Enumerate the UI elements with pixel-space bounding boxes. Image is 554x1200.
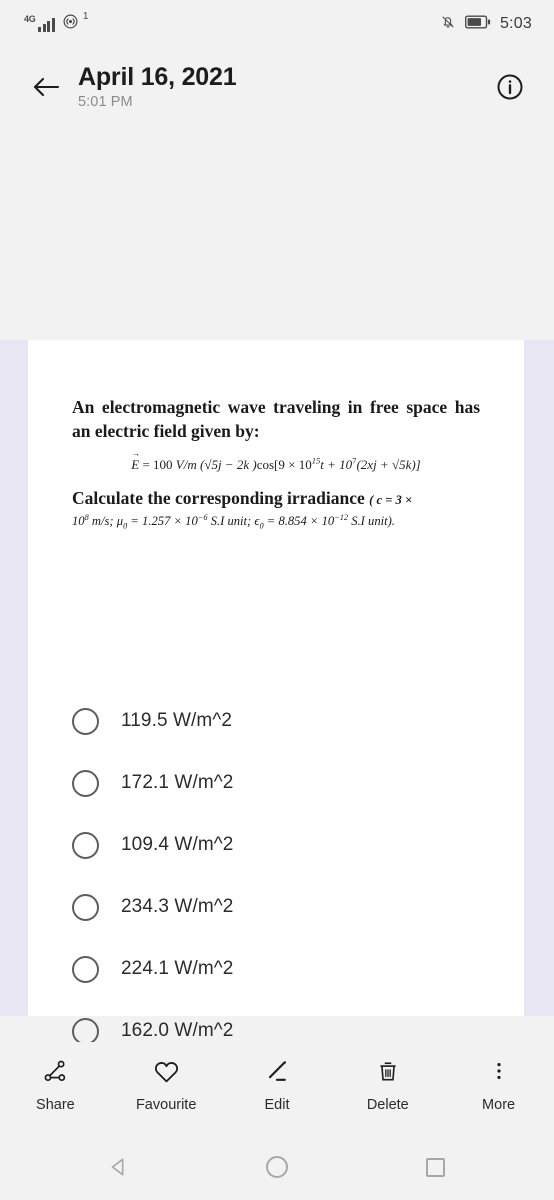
- more-button[interactable]: More: [453, 1056, 545, 1113]
- favourite-button[interactable]: Favourite: [120, 1056, 212, 1113]
- equation-lhs: E: [131, 457, 139, 472]
- radio-button[interactable]: [72, 769, 99, 797]
- option-row[interactable]: 234.3 W/m^2: [72, 876, 480, 938]
- equation-equals: =: [142, 457, 150, 473]
- wifi-hotspot-icon: [62, 13, 79, 35]
- sim-slot-indicator: 1: [82, 11, 89, 22]
- constants-line: 108 m/s; μ0 = 1.257 × 10−6 S.I unit; ϵ0 …: [72, 512, 395, 531]
- question-block: An electromagnetic wave traveling in fre…: [28, 340, 524, 531]
- electric-field-equation: E = 100 V/m (√5j − 2k )cos[9 × 1015t + 1…: [72, 457, 480, 473]
- nav-back-triangle-icon[interactable]: [92, 1140, 146, 1194]
- phone-screen: 4G 1 5:03 April 16, 2021 5:01 PM An elec…: [0, 0, 554, 1200]
- heart-icon: [152, 1056, 181, 1086]
- equation-units: V/m: [175, 457, 197, 473]
- option-row[interactable]: 162.0 W/m^2: [72, 1000, 480, 1042]
- epsilon-value: 8.854 × 10: [278, 513, 335, 528]
- option-row[interactable]: 172.1 W/m^2: [72, 752, 480, 814]
- page-title: April 16, 2021: [78, 62, 237, 91]
- info-button[interactable]: [488, 65, 532, 109]
- network-type-label: 4G: [24, 13, 36, 24]
- epsilon-units: S.I unit).: [351, 513, 395, 528]
- option-label: 172.1 W/m^2: [121, 772, 234, 793]
- nav-recents-square-icon[interactable]: [408, 1140, 462, 1194]
- trash-icon: [375, 1056, 401, 1086]
- document-card: An electromagnetic wave traveling in fre…: [28, 340, 524, 1042]
- epsilon-exponent: −12: [334, 512, 349, 522]
- bottom-toolbar: Share Favourite Edit Delete More: [0, 1042, 554, 1134]
- answer-options-list: 119.5 W/m^2 172.1 W/m^2 109.4 W/m^2 234.…: [72, 690, 480, 1042]
- document-page-margin: An electromagnetic wave traveling in fre…: [0, 340, 554, 1042]
- equation-cos: cos: [256, 457, 275, 473]
- option-label: 224.1 W/m^2: [121, 958, 234, 979]
- favourite-label: Favourite: [135, 1097, 197, 1113]
- radio-button[interactable]: [72, 893, 99, 921]
- system-navigation-bar: [0, 1134, 554, 1200]
- app-bar: April 16, 2021 5:01 PM: [0, 48, 554, 126]
- status-bar-clock: 5:03: [500, 15, 532, 32]
- c-exponent: 8: [84, 512, 89, 522]
- equation-time-term: t + 10: [320, 457, 353, 473]
- constants-open: ( c = 3 ×: [369, 493, 413, 508]
- radio-button[interactable]: [72, 1017, 99, 1042]
- share-nodes-icon: [42, 1056, 69, 1086]
- c-units: m/s: [91, 513, 110, 528]
- three-dots-vertical-icon: [488, 1056, 510, 1086]
- radio-button[interactable]: [72, 831, 99, 859]
- equation-phase-term: (2xj + √5k)]: [356, 457, 421, 473]
- question-text: An electromagnetic wave traveling in fre…: [72, 397, 481, 441]
- signal-bars-icon: [38, 17, 55, 32]
- epsilon-subscript: 0: [259, 521, 264, 531]
- option-label: 109.4 W/m^2: [121, 834, 234, 855]
- mu-units: S.I unit;: [210, 513, 252, 528]
- note-content-area[interactable]: An electromagnetic wave traveling in fre…: [0, 126, 554, 1042]
- equation-amplitude: 100: [153, 457, 173, 473]
- option-label: 162.0 W/m^2: [121, 1020, 234, 1041]
- edit-button[interactable]: Edit: [231, 1056, 323, 1113]
- bell-muted-icon: [440, 14, 456, 35]
- status-bar-right: 5:03: [440, 14, 532, 35]
- mu-exponent: −6: [197, 512, 208, 522]
- mu-value: 1.257 × 10: [142, 513, 198, 528]
- back-button[interactable]: [24, 65, 68, 109]
- edit-label: Edit: [264, 1097, 290, 1113]
- status-bar-left: 4G 1: [24, 11, 91, 35]
- equation-vector-term: (√5j − 2k ): [199, 457, 257, 473]
- c-value: 10: [72, 513, 85, 528]
- equation-bracket-open: [9 × 10: [274, 457, 312, 473]
- delete-label: Delete: [366, 1097, 409, 1113]
- share-label: Share: [36, 1097, 75, 1113]
- option-label: 119.5 W/m^2: [121, 710, 233, 731]
- page-subtitle: 5:01 PM: [78, 93, 133, 110]
- delete-button[interactable]: Delete: [342, 1056, 434, 1113]
- share-button[interactable]: Share: [9, 1056, 101, 1113]
- radio-button[interactable]: [72, 955, 99, 983]
- option-label: 234.3 W/m^2: [121, 896, 234, 917]
- nav-home-circle-icon[interactable]: [250, 1140, 304, 1194]
- radio-button[interactable]: [72, 707, 99, 735]
- more-label: More: [482, 1097, 516, 1113]
- app-bar-titles: April 16, 2021 5:01 PM: [68, 63, 488, 110]
- status-bar: 4G 1 5:03: [0, 0, 554, 48]
- battery-icon: [465, 15, 491, 34]
- pencil-icon: [263, 1056, 290, 1086]
- option-row[interactable]: 119.5 W/m^2: [72, 690, 480, 752]
- mu-subscript: 0: [123, 521, 128, 531]
- equation-omega-exponent: 15: [311, 455, 321, 466]
- option-row[interactable]: 109.4 W/m^2: [72, 814, 480, 876]
- option-row[interactable]: 224.1 W/m^2: [72, 938, 480, 1000]
- calculate-instruction: Calculate the corresponding irradiance (…: [72, 488, 413, 509]
